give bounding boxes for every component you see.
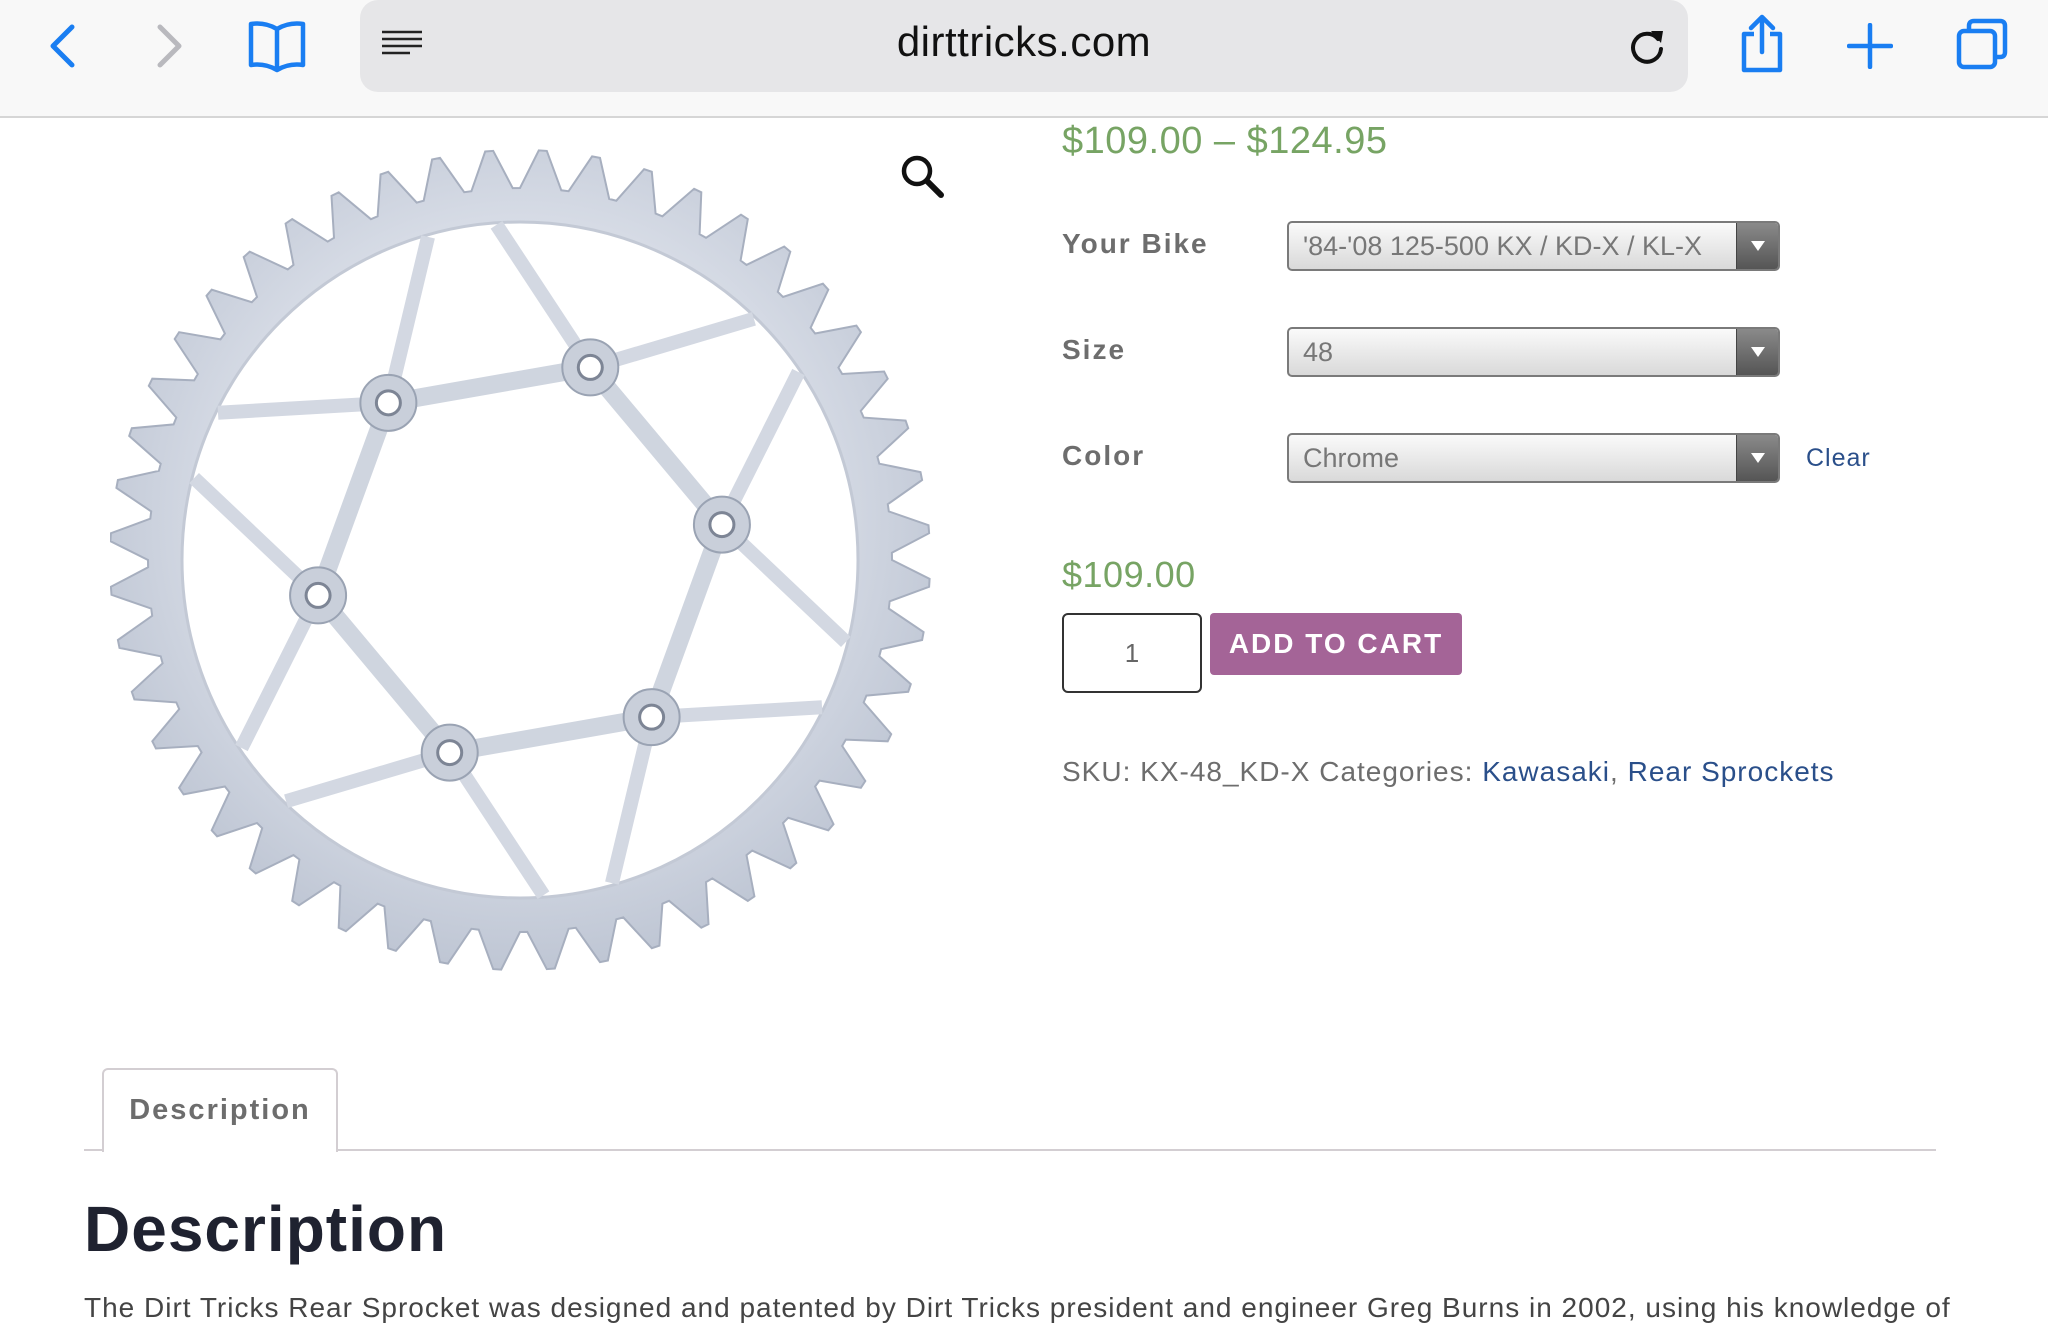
quantity-input[interactable]: 1	[1062, 613, 1202, 693]
clear-variations-link[interactable]: Clear	[1806, 444, 1871, 473]
color-label: Color	[1062, 440, 1146, 471]
browser-toolbar: dirttricks.com	[0, 0, 2048, 118]
url-text: dirttricks.com	[896, 18, 1152, 65]
forward-icon[interactable]	[148, 18, 192, 74]
sprocket-bolt-hole	[708, 511, 736, 539]
reload-icon[interactable]	[1622, 22, 1672, 72]
add-to-cart-button[interactable]: ADD TO CART	[1210, 613, 1462, 675]
sprocket-bolt-hole	[576, 353, 604, 381]
product-image[interactable]	[109, 140, 960, 990]
category-link-rear-sprockets[interactable]: Rear Sprockets	[1628, 756, 1835, 787]
description-text: The Dirt Tricks Rear Sprocket was design…	[84, 1292, 1951, 1323]
your-bike-value: '84-'08 125-500 KX / KD-X / KL-X	[1303, 231, 1703, 261]
tabs-divider	[84, 1149, 1936, 1151]
size-value: 48	[1303, 337, 1334, 367]
color-select[interactable]: Chrome	[1287, 433, 1780, 483]
tabs-icon[interactable]	[1952, 14, 2012, 74]
product-meta: SKU: KX-48_KD-X Categories: Kawasaki, Re…	[1062, 756, 1835, 788]
category-link-kawasaki[interactable]: Kawasaki	[1482, 756, 1610, 787]
size-select[interactable]: 48	[1287, 327, 1780, 377]
category-separator: ,	[1610, 756, 1619, 787]
sku-label: SKU:	[1062, 756, 1132, 787]
chevron-down-icon	[1736, 329, 1778, 375]
sprocket-bolt-hole	[304, 581, 332, 609]
variation-price: $109.00	[1062, 554, 1196, 595]
price-range: $109.00 – $124.95	[1062, 120, 1388, 162]
sprocket-image	[109, 149, 931, 971]
tab-description-label: Description	[129, 1094, 311, 1126]
description-heading: Description	[84, 1193, 448, 1265]
categories-label: Categories:	[1319, 756, 1474, 787]
chevron-down-icon	[1736, 435, 1778, 481]
chevron-down-icon	[1736, 223, 1778, 269]
color-value: Chrome	[1303, 443, 1400, 473]
bookmarks-icon[interactable]	[242, 16, 312, 76]
sprocket-bolt-hole	[638, 703, 666, 731]
sprocket-bolt-hole	[436, 739, 464, 767]
size-label: Size	[1062, 334, 1127, 365]
sku-value: KX-48_KD-X	[1140, 756, 1311, 787]
sprocket-bolt-hole	[374, 389, 402, 417]
tab-description[interactable]: Description	[102, 1068, 338, 1152]
share-icon[interactable]	[1734, 12, 1790, 76]
back-icon[interactable]	[40, 18, 84, 74]
your-bike-label: Your Bike	[1062, 228, 1209, 259]
your-bike-select[interactable]: '84-'08 125-500 KX / KD-X / KL-X	[1287, 221, 1780, 271]
new-tab-icon[interactable]	[1844, 18, 1896, 74]
address-bar[interactable]: dirttricks.com	[360, 0, 1688, 92]
zoom-icon[interactable]	[896, 150, 948, 202]
